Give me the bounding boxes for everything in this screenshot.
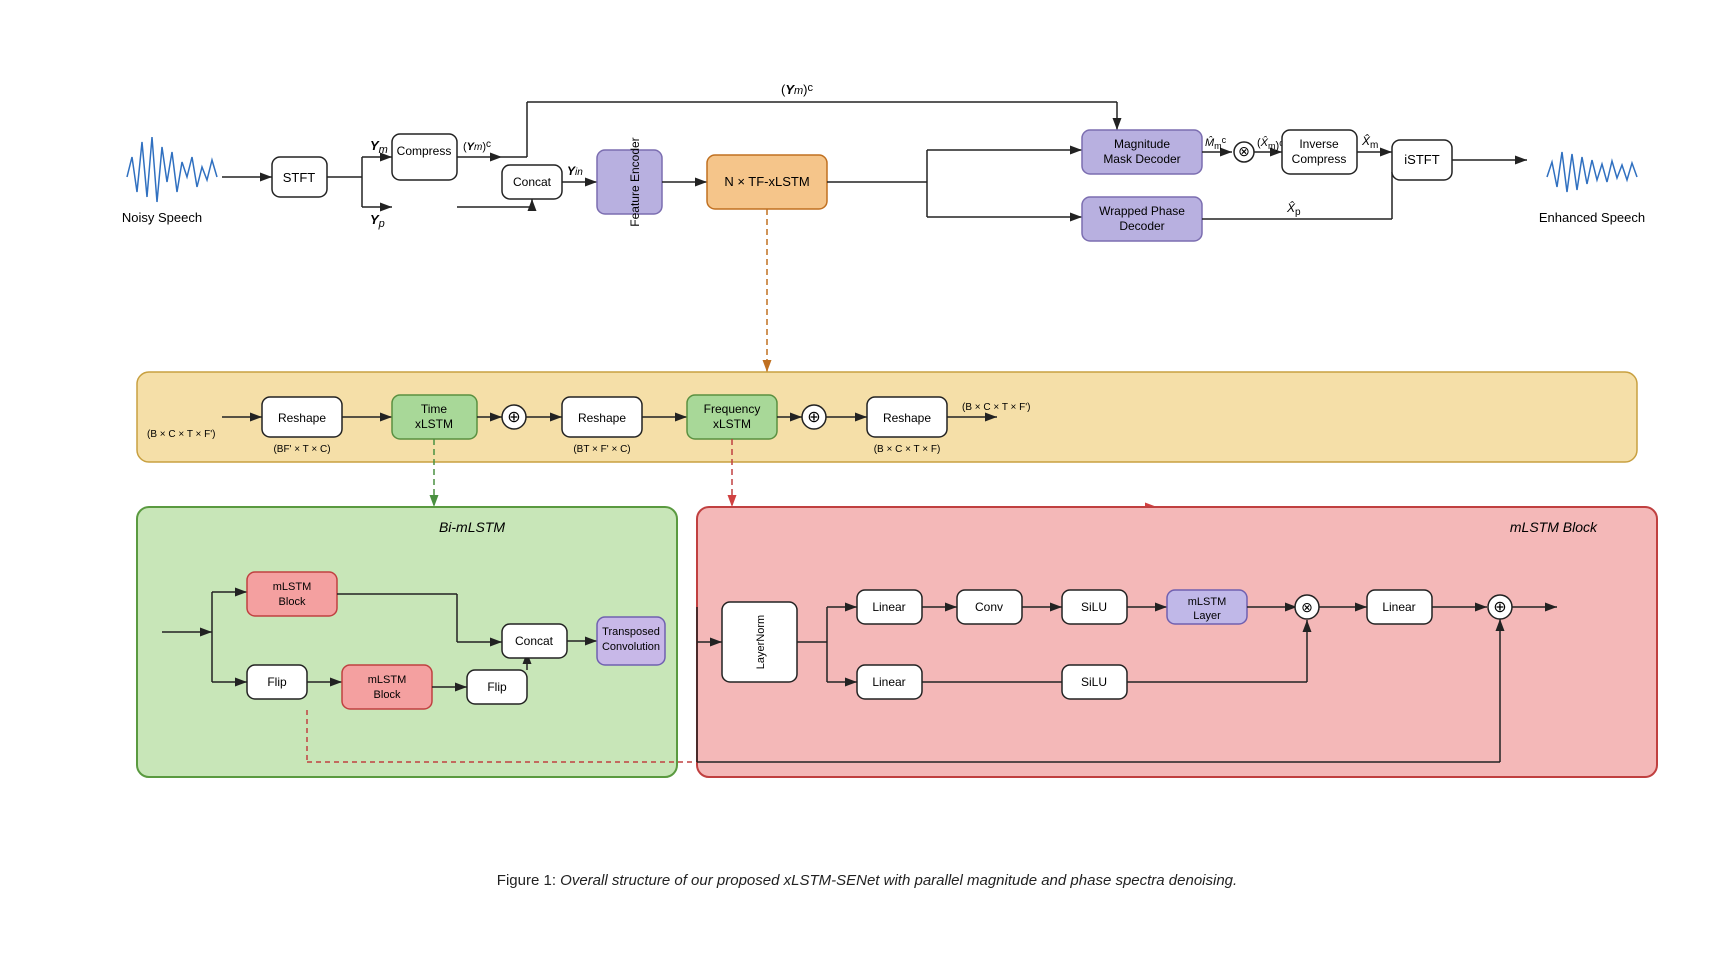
linear3-label: Linear (872, 675, 905, 689)
feature-encoder-label: Feature Encoder (628, 137, 642, 226)
mlstm-block-bg (697, 507, 1657, 777)
silu2-label: SiLU (1081, 675, 1107, 689)
transposed-conv-label: Transposed (602, 626, 660, 638)
figure-caption: Figure 1: Overall structure of our propo… (107, 872, 1627, 889)
reshape3-label: Reshape (883, 411, 931, 425)
svg-text:⊕: ⊕ (507, 409, 520, 426)
figure-container: Noisy Speech Enhanced Speech STFT Ym Yp … (67, 32, 1667, 929)
svg-text:Mask Decoder: Mask Decoder (1103, 152, 1180, 166)
magnitude-mask-decoder-label: Magnitude (1114, 137, 1170, 151)
layer-norm-label: LayerNorm (755, 614, 767, 668)
concat2-label: Concat (515, 634, 554, 648)
mlstm-block-title: mLSTM Block (1510, 519, 1598, 535)
caption-prefix: Figure 1: (497, 872, 556, 889)
reshape3-in-dim: (B × C × T × F) (874, 444, 941, 455)
concat-label: Concat (513, 175, 552, 189)
bilstm-title: Bi-mLSTM (439, 519, 505, 535)
caption-text: Overall structure of our proposed xLSTM-… (560, 872, 1237, 889)
reshape1-label: Reshape (278, 411, 326, 425)
reshape3-out-dim: (B × C × T × F') (962, 402, 1031, 413)
svg-text:Block: Block (279, 596, 306, 608)
mlstm-layer-label: mLSTM (1188, 596, 1227, 608)
svg-text:Block: Block (374, 689, 401, 701)
svg-text:⊗: ⊗ (1301, 599, 1313, 615)
reshape1-input-dim: (B × C × T × F') (147, 429, 216, 440)
svg-text:⊕: ⊕ (807, 409, 820, 426)
linear1-label: Linear (872, 600, 905, 614)
enhanced-speech-label: Enhanced Speech (1539, 210, 1645, 225)
conv-label: Conv (975, 600, 1003, 614)
reshape1-out-dim: (BF' × T × C) (273, 444, 330, 455)
svg-text:⊕: ⊕ (1493, 599, 1506, 616)
yin-label: Yin (567, 164, 583, 178)
mlstm-block2-label: mLSTM (368, 674, 407, 686)
reshape2-label: Reshape (578, 411, 626, 425)
mlstm-block1-box (247, 572, 337, 616)
wrapped-phase-decoder-label: Wrapped Phase (1099, 204, 1185, 218)
mlstm-block2-box (342, 665, 432, 709)
tf-xlstm-label: N × TF-xLSTM (724, 174, 809, 189)
istft-label: iSTFT (1404, 152, 1439, 167)
mlstm-block1-label: mLSTM (273, 581, 312, 593)
freq-xlstm-label: Frequency (704, 402, 761, 416)
flip2-label: Flip (487, 680, 507, 694)
architecture-diagram: Noisy Speech Enhanced Speech STFT Ym Yp … (107, 62, 1667, 862)
inverse-compress-label: Inverse (1299, 137, 1339, 151)
svg-text:xLSTM: xLSTM (713, 417, 751, 431)
svg-text:Decoder: Decoder (1119, 219, 1164, 233)
silu1-label: SiLU (1081, 600, 1107, 614)
noisy-speech-label: Noisy Speech (122, 210, 202, 225)
stft-label: STFT (283, 170, 316, 185)
svg-text:Compress: Compress (1292, 152, 1347, 166)
svg-text:xLSTM: xLSTM (415, 417, 453, 431)
svg-text:Layer: Layer (1193, 610, 1221, 622)
bilstm-block-bg (137, 507, 677, 777)
flip1-label: Flip (267, 675, 287, 689)
svg-text:⊗: ⊗ (1238, 143, 1250, 159)
time-xlstm-label: Time (421, 402, 448, 416)
linear4-label: Linear (1382, 600, 1415, 614)
compress-label: Compress (397, 144, 452, 158)
svg-text:Convolution: Convolution (602, 641, 660, 653)
reshape2-out-dim: (BT × F' × C) (573, 444, 630, 455)
